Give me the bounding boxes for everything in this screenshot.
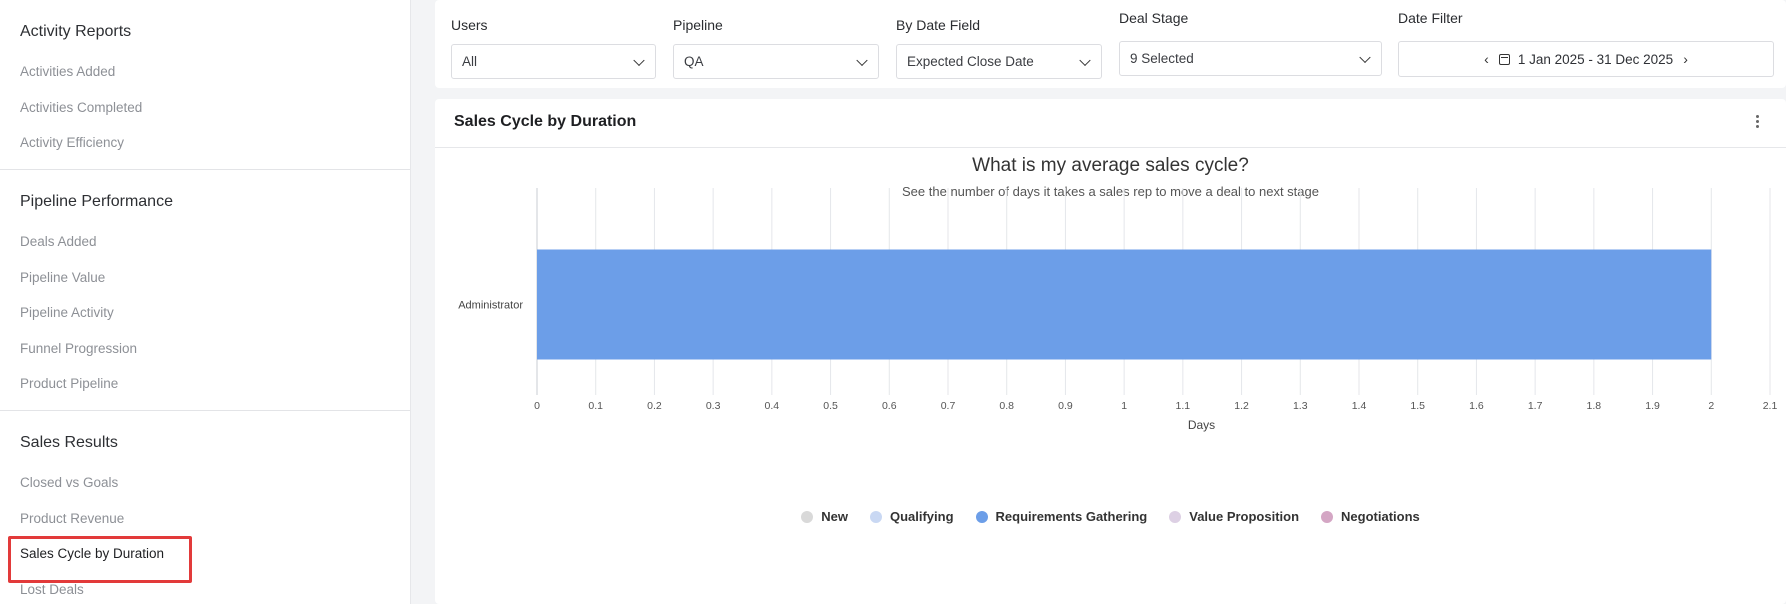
legend-dot-icon [1321,510,1334,523]
x-tick-label: 0.3 [706,400,721,412]
legend-item-new[interactable]: New [801,509,848,524]
x-tick-label: 1.7 [1528,400,1543,412]
x-tick-label: 0.8 [999,400,1014,412]
chevron-down-icon [856,54,868,66]
deal-stage-filter-label: Deal Stage [1119,10,1189,26]
x-tick-label: 1.6 [1469,400,1484,412]
sales-cycle-card: Sales Cycle by Duration What is my avera… [435,99,1786,604]
x-tick-label: 1 [1121,400,1127,412]
section-title: Activity Reports [20,23,132,40]
pipeline-select-value: QA [684,54,704,69]
x-tick-label: 1.9 [1645,400,1660,412]
chevron-down-icon [1359,51,1371,63]
legend-dot-icon [1169,510,1182,523]
date-range-picker[interactable]: ‹ 1 Jan 2025 - 31 Dec 2025 › [1398,41,1774,77]
x-axis-label: Days [1188,418,1215,432]
section-title: Pipeline Performance [20,193,173,210]
sidebar-item-pipeline-activity[interactable]: Pipeline Activity [20,295,390,331]
legend-dot-icon [869,510,882,523]
sidebar-item-closed-vs-goals[interactable]: Closed vs Goals [20,465,390,501]
x-tick-label: 0.7 [941,400,956,412]
pipeline-filter-label: Pipeline [673,17,723,33]
sidebar-item-pipeline-value[interactable]: Pipeline Value [20,260,390,296]
reports-sidebar: Activity Reports Activities Added Activi… [0,0,411,604]
legend-label: Value Proposition [1189,509,1300,524]
sidebar-section-sales-results: Sales Results Closed vs Goals Product Re… [0,411,410,604]
chevron-left-icon[interactable]: ‹ [1482,51,1491,67]
deal-stage-select[interactable]: 9 Selected [1119,41,1382,76]
sidebar-item-funnel-progression[interactable]: Funnel Progression [20,331,390,367]
x-tick-label: 0.2 [647,400,662,412]
app-page: Activity Reports Activities Added Activi… [0,0,1786,604]
users-filter-label: Users [451,17,488,33]
sidebar-item-activities-completed[interactable]: Activities Completed [20,90,390,126]
legend-dot-icon [801,510,814,523]
date-field-filter-label: By Date Field [896,17,981,33]
section-title: Sales Results [20,434,118,451]
x-tick-label: 0.4 [765,400,780,412]
sidebar-item-product-revenue[interactable]: Product Revenue [20,501,390,537]
chevron-down-icon [633,54,645,66]
legend-dot-icon [975,510,988,523]
legend-item-negotiations[interactable]: Negotiations [1321,509,1420,524]
sidebar-section-activity: Activity Reports Activities Added Activi… [0,0,410,170]
legend-item-requirements-gathering[interactable]: Requirements Gathering [975,509,1148,524]
sidebar-item-activities-added[interactable]: Activities Added [20,54,390,90]
legend-label: Requirements Gathering [995,509,1148,524]
date-filter-label: Date Filter [1398,10,1463,26]
x-tick-label: 1.5 [1410,400,1425,412]
x-tick-label: 1.1 [1176,400,1191,412]
legend-item-qualifying[interactable]: Qualifying [869,509,954,524]
legend-item-value-proposition[interactable]: Value Proposition [1169,509,1299,524]
x-tick-label: 1.3 [1293,400,1308,412]
deal-stage-select-value: 9 Selected [1130,51,1194,66]
x-tick-label: 0.6 [882,400,897,412]
date-field-select-value: Expected Close Date [907,54,1034,69]
pipeline-select[interactable]: QA [673,44,879,79]
legend-label: Negotiations [1341,509,1420,524]
legend-label: Qualifying [889,509,954,524]
chevron-down-icon [1079,54,1091,66]
sidebar-item-sales-cycle-by-duration[interactable]: Sales Cycle by Duration [8,536,390,583]
x-tick-label: 0.5 [823,400,838,412]
filter-bar: Users All Pipeline QA By Date Field Expe… [435,0,1786,88]
chart-legend: New Qualifying Requirements Gathering Value… [435,509,1786,524]
users-select-value: All [462,54,478,69]
y-category-label: Administrator [458,300,523,312]
x-tick-label: 0 [534,400,540,412]
chevron-right-icon[interactable]: › [1681,51,1690,67]
x-tick-label: 1.8 [1587,400,1602,412]
bar-requirements-gathering[interactable] [537,249,1712,360]
legend-label: New [821,509,848,524]
x-tick-label: 2 [1708,400,1714,412]
x-tick-label: 1.4 [1352,400,1367,412]
bar-chart: 0 0.1 0.2 0.3 0.4 0.5 0.6 0.7 0.8 0.9 1 1.1 1.2 1.3 1.… [458,188,1778,432]
users-select[interactable]: All [451,44,656,79]
x-tick-label: 1.2 [1234,400,1249,412]
x-tick-label: 2.1 [1763,400,1778,412]
date-range-value: 1 Jan 2025 - 31 Dec 2025 [1517,51,1674,67]
date-field-select[interactable]: Expected Close Date [896,44,1102,79]
x-tick-label: 0.9 [1058,400,1073,412]
sidebar-item-deals-added[interactable]: Deals Added [20,224,390,260]
sidebar-item-activity-efficiency[interactable]: Activity Efficiency [20,125,390,161]
sidebar-item-product-pipeline[interactable]: Product Pipeline [20,366,390,402]
sidebar-section-pipeline: Pipeline Performance Deals Added Pipelin… [0,170,410,411]
x-tick-label: 0.1 [588,400,603,412]
calendar-icon [1498,53,1510,65]
